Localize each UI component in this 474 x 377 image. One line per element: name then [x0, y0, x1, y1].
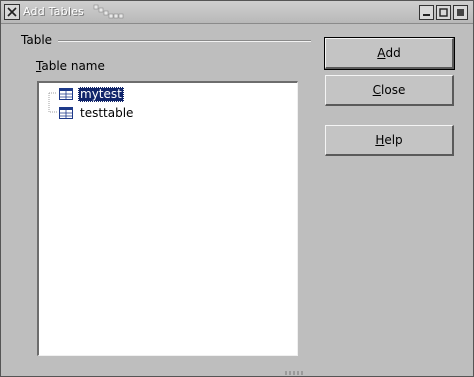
close-label: lose [381, 83, 406, 97]
minimize-icon[interactable] [419, 5, 434, 20]
title-decoration-icon [93, 4, 124, 19]
close-button[interactable]: Close [325, 75, 454, 106]
help-label: elp [384, 133, 403, 147]
add-button[interactable]: Add [324, 37, 455, 70]
list-item-mytest[interactable]: mytest [59, 85, 124, 103]
window-close-icon[interactable] [4, 4, 20, 20]
group-divider [58, 40, 311, 42]
add-tables-dialog: Add Tables Table Table name mytest testt… [0, 0, 474, 377]
list-item-testtable[interactable]: testtable [59, 104, 135, 122]
help-button[interactable]: Help [325, 125, 454, 156]
close-mnemonic: C [372, 83, 382, 97]
close-icon[interactable] [453, 5, 468, 20]
maximize-icon[interactable] [436, 5, 451, 20]
add-mnemonic: A [377, 46, 386, 60]
help-mnemonic: H [375, 133, 385, 147]
table-name-list[interactable]: mytest testtable [37, 81, 298, 356]
table-icon [59, 88, 73, 100]
list-item-label: mytest [78, 86, 124, 102]
table-icon [59, 107, 73, 119]
list-item-label: testtable [80, 105, 134, 120]
resize-grip-icon[interactable] [285, 371, 303, 375]
table-group-label: Table [21, 33, 53, 47]
table-name-label: Table name [36, 59, 105, 73]
add-label: dd [385, 46, 401, 60]
window-title: Add Tables [23, 5, 84, 18]
title-bar[interactable]: Add Tables [1, 1, 473, 24]
